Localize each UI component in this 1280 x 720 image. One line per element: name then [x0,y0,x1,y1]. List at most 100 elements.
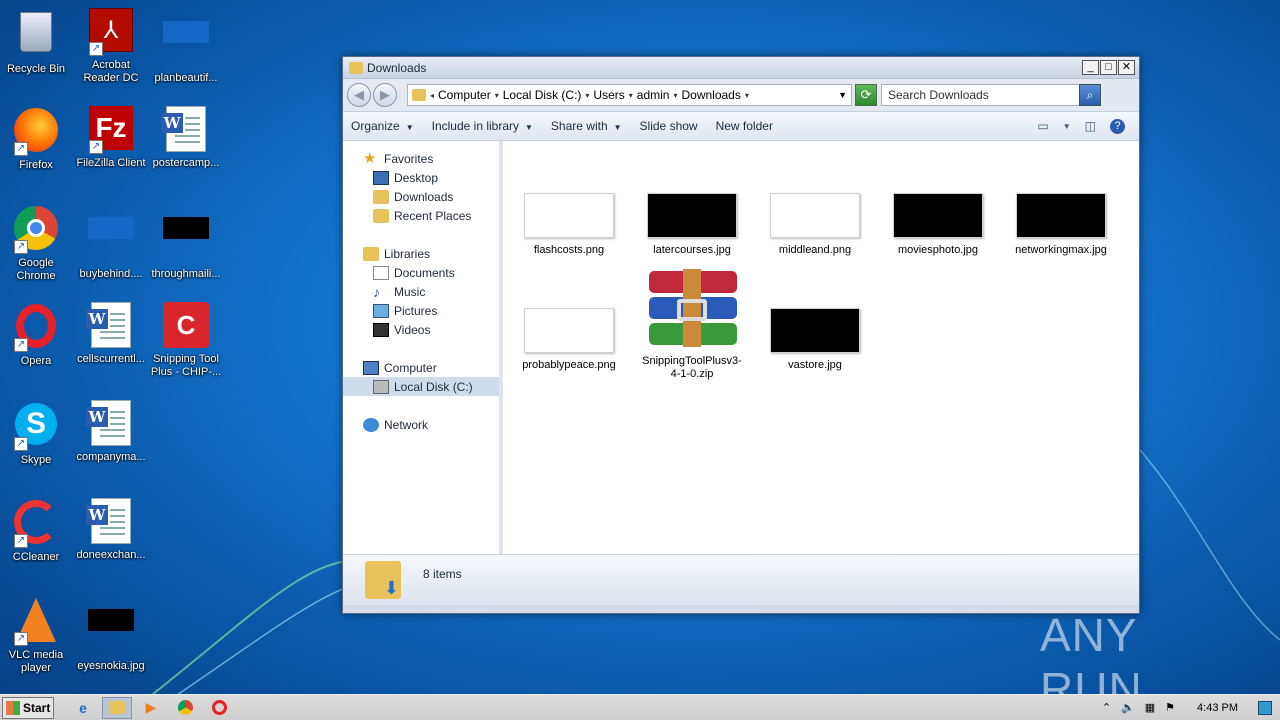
start-button[interactable]: Start [2,696,54,719]
nav-favorites[interactable]: ★ Favorites [343,149,499,168]
explorer-window: Downloads _ □ ✕ ◀ ▶ ◂ Computer ▾ Local D… [342,56,1140,614]
word-document-icon: W [161,106,210,154]
image-thumbnail [770,193,860,238]
chevron-down-icon[interactable]: ▾ [673,91,677,100]
volume-icon[interactable]: 🔈 [1121,701,1135,714]
file-item[interactable]: moviesphoto.jpg [886,193,990,257]
desktop-icon-label: Google Chrome [16,257,56,282]
desktop-icon-doneexchan[interactable]: W doneexchan... [75,498,147,562]
chevron-down-icon[interactable]: ▾ [629,91,633,100]
chevron-down-icon[interactable]: ▾ [745,91,749,100]
file-name: moviesphoto.jpg [897,244,979,256]
refresh-button[interactable]: ⟳ [855,84,877,106]
nav-computer[interactable]: Computer [343,358,499,377]
minimize-button[interactable]: _ [1082,60,1099,75]
breadcrumb-admin[interactable]: admin [637,88,670,102]
change-view-icon[interactable]: ▭ [1037,119,1048,133]
back-button[interactable]: ◀ [347,83,371,107]
desktop-icon-label: Snipping Tool Plus - CHIP-... [150,353,222,378]
clock[interactable]: 4:43 PM [1197,702,1238,714]
view-dropdown-icon[interactable]: ▼ [1063,122,1071,131]
maximize-button[interactable]: □ [1100,60,1117,75]
chevron-down-icon[interactable]: ▾ [585,91,589,100]
new-folder-button[interactable]: New folder [716,119,773,133]
breadcrumb-computer[interactable]: Computer [438,88,491,102]
nav-pictures[interactable]: Pictures [343,301,499,320]
taskbar: Start e ▶ ⌃ 🔈 ▦ ⚑ 4:43 PM [0,694,1280,720]
nav-libraries[interactable]: Libraries [343,244,499,263]
folder-icon [109,701,125,714]
nav-videos[interactable]: Videos [343,320,499,339]
image-thumbnail-icon [162,217,210,265]
desktop-icon-label: Recycle Bin [6,63,66,75]
organize-button[interactable]: Organize ▼ [351,119,414,133]
desktop-icon-companyma[interactable]: W companyma... [75,400,147,464]
desktop-icon-vlc[interactable]: ↗ VLC media player [0,596,72,675]
nav-music[interactable]: ♪ Music [343,282,499,301]
desktop-icon-filezilla[interactable]: Fz ↗ FileZilla Client [75,106,147,170]
desktop-icon-eyesnokia[interactable]: eyesnokia.jpg [75,596,147,673]
desktop-icon-skype[interactable]: S ↗ Skype [0,400,72,467]
desktop-icon-postercamp[interactable]: W postercamp... [150,106,222,170]
file-item[interactable]: networkingmax.jpg [1009,193,1113,257]
include-in-library-button[interactable]: Include in library ▼ [432,119,533,133]
chrome-icon [177,700,193,715]
search-input[interactable]: Search Downloads ⌕ [881,84,1101,106]
file-item[interactable]: SnippingToolPlusv3-4-1-0.zip [640,269,744,381]
network-tray-icon[interactable]: ▦ [1145,701,1155,714]
share-with-button[interactable]: Share with ▼ [551,119,622,133]
nav-label: Pictures [394,303,438,318]
desktop-icon-google-chrome[interactable]: ↗ Google Chrome [0,204,72,283]
file-item[interactable]: middleand.png [763,193,867,257]
desktop-icon-firefox[interactable]: ↗ Firefox [0,106,72,172]
image-thumbnail-icon [162,21,210,69]
desktop-icon-snipping-tool-plus[interactable]: C Snipping Tool Plus - CHIP-... [150,302,222,379]
file-item[interactable]: vastore.jpg [763,308,867,372]
nav-documents[interactable]: Documents [343,263,499,282]
breadcrumb-downloads[interactable]: Downloads [681,88,740,102]
nav-local-disk[interactable]: Local Disk (C:) [343,377,499,396]
slide-show-button[interactable]: Slide show [640,119,698,133]
desktop-icon [373,170,389,185]
help-icon[interactable]: ? [1110,118,1125,134]
desktop-icon-planbeautif[interactable]: planbeautif... [150,8,222,85]
taskbar-explorer[interactable] [102,696,132,719]
desktop-icon-buybehind[interactable]: buybehind.... [75,204,147,281]
nav-network[interactable]: Network [343,415,499,434]
details-pane: ⬇ 8 items [343,555,1139,605]
nav-downloads[interactable]: Downloads [343,187,499,206]
preview-pane-icon[interactable]: ◫ [1085,119,1096,133]
address-bar[interactable]: ◂ Computer ▾ Local Disk (C:) ▾ Users ▾ a… [407,84,852,106]
show-desktop-button[interactable] [1258,700,1272,715]
chevron-right-icon[interactable]: ◂ [430,91,434,100]
documents-icon [373,265,389,280]
forward-button[interactable]: ▶ [373,83,397,107]
search-icon[interactable]: ⌕ [1079,84,1101,106]
breadcrumb-users[interactable]: Users [593,88,624,102]
taskbar-opera[interactable] [204,697,234,719]
desktop-icon-opera[interactable]: ↗ Opera [0,302,72,368]
desktop-icon-throughmaili[interactable]: throughmaili... [150,204,222,281]
nav-recent-places[interactable]: Recent Places [343,206,499,225]
show-hidden-icons-icon[interactable]: ⌃ [1102,701,1111,714]
window-titlebar[interactable]: Downloads _ □ ✕ [343,57,1139,79]
file-item[interactable]: flashcosts.png [517,193,621,257]
desktop-icon-acrobat[interactable]: ⅄ ↗ Acrobat Reader DC [75,8,147,85]
image-thumbnail [647,193,737,238]
desktop-icon-recycle-bin[interactable]: Recycle Bin [0,8,72,76]
breadcrumb-local-disk[interactable]: Local Disk (C:) [503,88,582,102]
chevron-down-icon[interactable]: ▾ [495,91,499,100]
item-count: 8 items [423,567,462,581]
snipping-tool-plus-icon: C [162,302,210,350]
address-history-dropdown[interactable]: ▼ [838,90,847,100]
desktop-icon-cellscurrent[interactable]: W cellscurrentl... [75,302,147,366]
file-item[interactable]: probablypeace.png [517,308,621,372]
nav-desktop[interactable]: Desktop [343,168,499,187]
file-item[interactable]: latercourses.jpg [640,193,744,257]
taskbar-internet-explorer[interactable]: e [68,697,98,719]
taskbar-media-player[interactable]: ▶ [136,697,166,719]
taskbar-chrome[interactable] [170,697,200,719]
close-button[interactable]: ✕ [1118,60,1135,75]
action-center-flag-icon[interactable]: ⚑ [1165,701,1175,714]
desktop-icon-ccleaner[interactable]: ↗ CCleaner [0,498,72,564]
